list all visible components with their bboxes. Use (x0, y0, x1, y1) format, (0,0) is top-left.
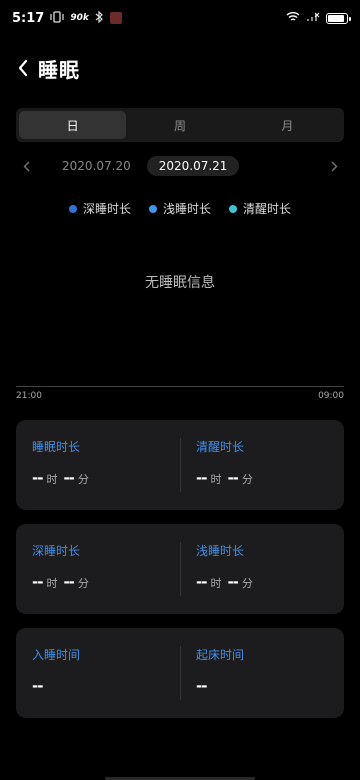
status-time: 5:17 (12, 10, 45, 26)
axis-start-label: 21:00 (16, 391, 42, 401)
minutes-unit: 分 (241, 473, 253, 486)
legend-awake: 清醒时长 (229, 200, 291, 217)
stat-value: -- (196, 677, 328, 695)
empty-state-message: 无睡眠信息 (145, 275, 215, 291)
chart-legend: 深睡时长 浅睡时长 清醒时长 (0, 200, 360, 217)
minutes-unit: 分 (77, 577, 89, 590)
stat-label: 入睡时间 (32, 648, 81, 662)
chevron-right-icon (331, 161, 337, 171)
stat-label: 清醒时长 (196, 440, 245, 454)
minutes-value: -- (227, 469, 238, 487)
date-current[interactable]: 2020.07.21 (146, 156, 240, 176)
hours-unit: 时 (46, 473, 58, 486)
minutes-value: -- (63, 573, 74, 591)
bluetooth-icon (95, 10, 104, 26)
stat-label: 睡眠时长 (32, 440, 81, 454)
hours-value: -- (196, 573, 207, 591)
sleep-stage-card: 深睡时长 -- 时 -- 分 浅睡时长 -- 时 -- 分 (16, 524, 344, 614)
app-notification-icon (109, 12, 122, 24)
minutes-unit: 分 (241, 577, 253, 590)
legend-label: 浅睡时长 (162, 202, 211, 216)
hours-unit: 时 (210, 473, 222, 486)
back-button[interactable] (12, 52, 34, 84)
vibrate-icon (50, 10, 64, 26)
stat-value: -- 时 -- 分 (32, 469, 164, 487)
next-date-button[interactable] (324, 154, 344, 178)
legend-label: 深睡时长 (82, 202, 131, 216)
stat-value: -- 时 -- 分 (196, 469, 328, 487)
timeline-axis (16, 386, 344, 387)
hours-value: -- (32, 573, 43, 591)
stat-label: 浅睡时长 (196, 544, 245, 558)
wake-time-stat: 起床时间 -- (180, 628, 344, 718)
legend-dot (229, 204, 237, 213)
axis-end-label: 09:00 (318, 391, 344, 401)
wifi-icon (286, 11, 300, 26)
date-navigator: 2020.07.20 2020.07.21 (16, 154, 344, 178)
hours-unit: 时 (46, 577, 58, 590)
time-value: -- (196, 677, 207, 695)
legend-deep-sleep: 深睡时长 (68, 200, 131, 217)
legend-dot (148, 204, 157, 213)
legend-dot (68, 204, 77, 213)
chevron-left-icon (23, 161, 29, 171)
date-previous[interactable]: 2020.07.20 (52, 156, 141, 176)
hours-value: -- (196, 469, 207, 487)
light-sleep-stat: 浅睡时长 -- 时 -- 分 (180, 524, 344, 614)
sleep-time-card: 入睡时间 -- 起床时间 -- (16, 628, 344, 718)
period-tabs: 日 周 月 (16, 108, 344, 142)
battery-icon (326, 12, 351, 24)
stat-label: 起床时间 (196, 648, 245, 662)
status-left: 5:17 90k (12, 10, 122, 26)
stat-value: -- 时 -- 分 (196, 573, 328, 591)
deep-sleep-stat: 深睡时长 -- 时 -- 分 (16, 524, 180, 614)
status-right (286, 11, 351, 26)
stat-label: 深睡时长 (32, 544, 81, 558)
header: 睡眠 (12, 52, 80, 84)
bedtime-stat: 入睡时间 -- (16, 628, 180, 718)
hours-unit: 时 (210, 577, 222, 590)
tab-month[interactable]: 月 (234, 111, 341, 139)
hours-value: -- (32, 469, 43, 487)
awake-duration-stat: 清醒时长 -- 时 -- 分 (180, 420, 344, 510)
page-title: 睡眠 (38, 57, 80, 82)
minutes-value: -- (227, 573, 238, 591)
network-speed: 90k (70, 13, 89, 23)
stat-value: -- (32, 677, 164, 695)
duration-card: 睡眠时长 -- 时 -- 分 清醒时长 -- 时 -- 分 (16, 420, 344, 510)
minutes-unit: 分 (77, 473, 89, 486)
tab-week[interactable]: 周 (126, 111, 233, 139)
signal-icon (306, 11, 320, 26)
tab-day[interactable]: 日 (19, 111, 127, 139)
legend-label: 清醒时长 (243, 202, 292, 216)
legend-light-sleep: 浅睡时长 (148, 200, 211, 217)
sleep-duration-stat: 睡眠时长 -- 时 -- 分 (16, 420, 180, 510)
previous-date-button[interactable] (16, 154, 36, 178)
stat-value: -- 时 -- 分 (32, 573, 164, 591)
status-bar: 5:17 90k (0, 0, 360, 36)
battery-fill (328, 14, 344, 22)
minutes-value: -- (63, 469, 74, 487)
chevron-left-icon (18, 59, 28, 77)
time-value: -- (32, 677, 43, 695)
